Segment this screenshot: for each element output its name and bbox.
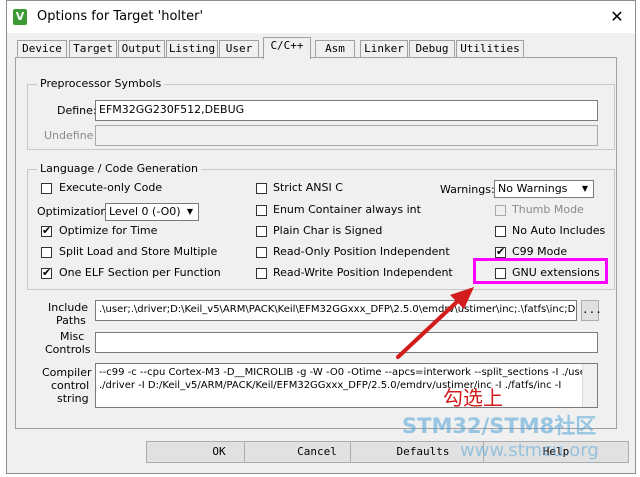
- tab-output[interactable]: Output: [118, 40, 165, 57]
- warnings-select[interactable]: No Warnings ▼: [494, 180, 594, 198]
- tab-target[interactable]: Target: [69, 40, 117, 57]
- compiler-control-label-line2: control: [51, 379, 90, 392]
- optimization-select[interactable]: Level 0 (-O0) ▼: [105, 203, 199, 221]
- execute-only-checkbox[interactable]: [41, 183, 52, 194]
- include-paths-browse-button[interactable]: ...: [581, 300, 602, 321]
- split-load-label: Split Load and Store Multiple: [59, 245, 218, 258]
- enum-container-label: Enum Container always int: [273, 203, 421, 216]
- tab-debug[interactable]: Debug: [409, 40, 455, 57]
- thumb-mode-checkbox[interactable]: [495, 205, 506, 216]
- watermark-title: STM32/STM8社区: [402, 414, 597, 438]
- include-paths-label-line1: Include: [48, 301, 89, 314]
- enum-container-checkbox[interactable]: [256, 205, 267, 216]
- chevron-down-icon: ▼: [581, 184, 589, 193]
- title-bar: V Options for Target 'holter' ✕: [7, 1, 635, 33]
- strict-ansi-label: Strict ANSI C: [273, 181, 343, 194]
- tab-asm[interactable]: Asm: [315, 40, 355, 57]
- include-paths-label-line2: Paths: [56, 314, 86, 327]
- checkmark-icon: ✔: [42, 224, 52, 237]
- tab-c-cpp[interactable]: C/C++: [263, 37, 311, 59]
- include-paths-input[interactable]: .\user;.\driver;D:\Keil_v5\ARM\PACK\Keil…: [95, 300, 577, 321]
- tab-device[interactable]: Device: [17, 40, 67, 57]
- define-input[interactable]: EFM32GG230F512,DEBUG: [95, 100, 598, 121]
- execute-only-label: Execute-only Code: [59, 181, 163, 194]
- keil-app-icon: V: [13, 9, 27, 25]
- tab-linker[interactable]: Linker: [360, 40, 408, 57]
- no-auto-includes-checkbox[interactable]: [495, 226, 506, 237]
- ro-pi-label: Read-Only Position Independent: [273, 245, 450, 258]
- c99-mode-checkbox[interactable]: ✔: [495, 245, 506, 258]
- define-label: Define:: [57, 104, 97, 117]
- ro-pi-checkbox[interactable]: [256, 247, 267, 258]
- warnings-value: No Warnings: [498, 182, 568, 195]
- one-elf-label: One ELF Section per Function: [59, 266, 221, 279]
- misc-controls-label-line1: Misc: [60, 330, 85, 343]
- tab-user[interactable]: User: [219, 40, 259, 57]
- plain-char-label: Plain Char is Signed: [273, 224, 383, 237]
- gnu-extensions-highlight: [473, 258, 608, 284]
- optimization-value: Level 0 (-O0): [109, 205, 181, 218]
- watermark-url: www.stmcu.org: [460, 440, 599, 461]
- undefine-input[interactable]: [95, 125, 598, 146]
- compiler-control-label-line3: string: [57, 392, 89, 405]
- optimize-time-label: Optimize for Time: [59, 224, 158, 237]
- checkmark-icon: ✔: [42, 266, 52, 279]
- optimize-time-checkbox[interactable]: ✔: [41, 224, 52, 237]
- rw-pi-label: Read-Write Position Independent: [273, 266, 453, 279]
- preprocessor-legend: Preprocessor Symbols: [37, 77, 165, 91]
- options-dialog: V Options for Target 'holter' ✕ Device T…: [6, 0, 636, 474]
- textarea-scrollbar[interactable]: [582, 364, 597, 407]
- strict-ansi-checkbox[interactable]: [256, 183, 267, 194]
- undefine-label: Undefine:: [44, 129, 98, 142]
- language-legend: Language / Code Generation: [37, 162, 202, 176]
- annotation-arrow-icon: [396, 287, 474, 359]
- misc-controls-input[interactable]: [95, 332, 598, 353]
- close-icon[interactable]: ✕: [607, 7, 627, 27]
- tab-utilities[interactable]: Utilities: [456, 40, 524, 57]
- compiler-control-label-line1: Compiler: [42, 366, 92, 379]
- tab-listing[interactable]: Listing: [166, 40, 218, 57]
- annotation-text: 勾选上: [443, 386, 503, 410]
- window-title: Options for Target 'holter': [37, 9, 204, 24]
- checkmark-icon: ✔: [496, 245, 506, 258]
- optimization-label: Optimization:: [37, 205, 112, 218]
- c99-mode-label: C99 Mode: [512, 245, 568, 258]
- rw-pi-checkbox[interactable]: [256, 268, 267, 279]
- one-elf-checkbox[interactable]: ✔: [41, 266, 52, 279]
- plain-char-checkbox[interactable]: [256, 226, 267, 237]
- compiler-control-textarea[interactable]: --c99 -c --cpu Cortex-M3 -D__MICROLIB -g…: [95, 363, 598, 408]
- misc-controls-label-line2: Controls: [45, 343, 91, 356]
- chevron-down-icon: ▼: [186, 207, 194, 216]
- split-load-checkbox[interactable]: [41, 247, 52, 258]
- warnings-label: Warnings:: [440, 183, 495, 196]
- compiler-control-line2: ./driver -I D:/Keil_v5/ARM/PACK/Keil/EFM…: [99, 380, 562, 391]
- compiler-control-line1: --c99 -c --cpu Cortex-M3 -D__MICROLIB -g…: [99, 367, 598, 378]
- thumb-mode-label: Thumb Mode: [512, 203, 584, 216]
- no-auto-includes-label: No Auto Includes: [512, 224, 606, 237]
